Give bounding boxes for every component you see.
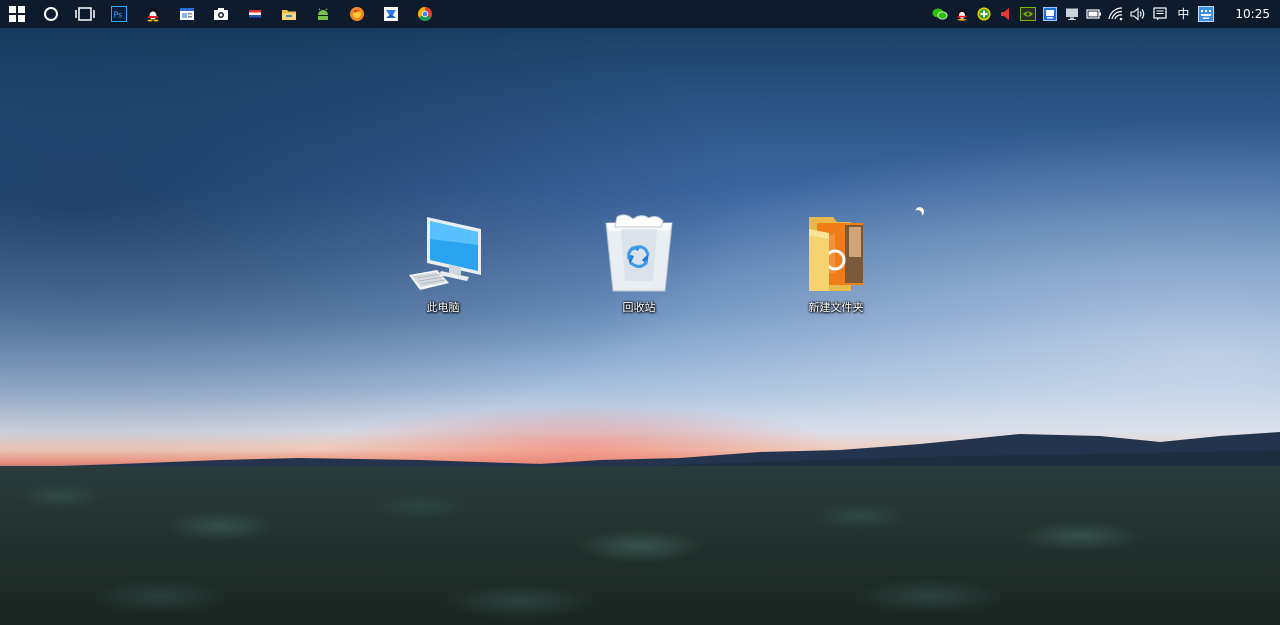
wechat-icon bbox=[932, 8, 948, 20]
desktop-icon-this-pc[interactable]: 此电脑 bbox=[393, 213, 493, 315]
tray-nvidia[interactable] bbox=[1017, 0, 1039, 28]
tray-blue-app[interactable] bbox=[1039, 0, 1061, 28]
tray-green-plus[interactable] bbox=[973, 0, 995, 28]
tray-monitor[interactable] bbox=[1061, 0, 1083, 28]
notification-center-icon bbox=[1153, 7, 1167, 21]
file-explorer-folder-icon bbox=[282, 10, 296, 20]
speaker-alert-icon bbox=[1001, 8, 1010, 20]
tray-qq[interactable] bbox=[951, 0, 973, 28]
android-icon bbox=[318, 8, 328, 20]
keyboard-icon bbox=[1198, 6, 1215, 22]
sagebrush-field bbox=[0, 466, 1280, 625]
tray-ime-keyboard[interactable] bbox=[1195, 0, 1217, 28]
firefox-icon bbox=[350, 7, 364, 21]
taskbar-app-flag[interactable] bbox=[238, 0, 272, 28]
blue-app-tray-icon bbox=[1043, 7, 1058, 21]
svg-text:Ps: Ps bbox=[114, 11, 123, 20]
folder-icon bbox=[809, 217, 863, 291]
window-app-icon bbox=[180, 8, 194, 20]
qq-tray-icon bbox=[958, 8, 967, 21]
taskbar-app-camera[interactable] bbox=[204, 0, 238, 28]
taskbar-app-android[interactable] bbox=[306, 0, 340, 28]
clock[interactable]: 10:25 bbox=[1217, 0, 1270, 28]
flag-app-icon bbox=[249, 10, 261, 18]
qq-penguin-icon bbox=[147, 8, 159, 22]
nvidia-icon bbox=[1020, 7, 1037, 21]
taskbar-app-mail[interactable] bbox=[374, 0, 408, 28]
tray-wifi[interactable] bbox=[1105, 0, 1127, 28]
taskbar-app-qq[interactable] bbox=[136, 0, 170, 28]
tray-speaker-alert[interactable] bbox=[995, 0, 1017, 28]
taskbar-pinned-apps: Ps bbox=[0, 0, 442, 28]
camera-app-icon bbox=[214, 8, 228, 20]
computer-icon bbox=[409, 217, 481, 290]
desktop-icon-label: 回收站 bbox=[622, 301, 656, 314]
system-tray: 中 10:25 bbox=[929, 0, 1280, 28]
mail-app-icon bbox=[384, 7, 398, 21]
taskbar-app-file-explorer[interactable] bbox=[272, 0, 306, 28]
taskbar-app-window[interactable] bbox=[170, 0, 204, 28]
recycle-bin-icon bbox=[605, 214, 673, 292]
taskbar-app-chrome[interactable] bbox=[408, 0, 442, 28]
task-view-icon bbox=[75, 7, 95, 21]
task-view-button[interactable] bbox=[68, 0, 102, 28]
chrome-icon bbox=[418, 7, 432, 21]
tray-notification-center[interactable] bbox=[1149, 0, 1171, 28]
taskbar-app-photoshop[interactable]: Ps bbox=[102, 0, 136, 28]
battery-icon bbox=[1086, 9, 1102, 19]
tray-volume[interactable] bbox=[1127, 0, 1149, 28]
monitor-tray-icon bbox=[1066, 8, 1079, 20]
desktop-icon-recycle-bin[interactable]: 回收站 bbox=[589, 213, 689, 315]
wifi-icon bbox=[1108, 7, 1123, 21]
photoshop-icon: Ps bbox=[111, 6, 127, 22]
windows-logo-icon bbox=[9, 6, 25, 22]
green-plus-icon bbox=[977, 7, 991, 21]
start-button[interactable] bbox=[0, 0, 34, 28]
desktop[interactable]: Ps 中 10:25 此电脑 回收站 新建文件夹 bbox=[0, 0, 1280, 625]
taskbar: Ps 中 10:25 bbox=[0, 0, 1280, 28]
volume-icon bbox=[1130, 7, 1145, 21]
cortana-button[interactable] bbox=[34, 0, 68, 28]
desktop-icon-new-folder[interactable]: 新建文件夹 bbox=[786, 213, 886, 315]
tray-battery[interactable] bbox=[1083, 0, 1105, 28]
taskbar-app-firefox[interactable] bbox=[340, 0, 374, 28]
tray-wechat[interactable] bbox=[929, 0, 951, 28]
desktop-icon-label: 此电脑 bbox=[426, 301, 460, 314]
cortana-circle-icon bbox=[44, 7, 58, 21]
input-method-indicator[interactable]: 中 bbox=[1171, 0, 1195, 28]
desktop-icon-label: 新建文件夹 bbox=[808, 301, 864, 314]
